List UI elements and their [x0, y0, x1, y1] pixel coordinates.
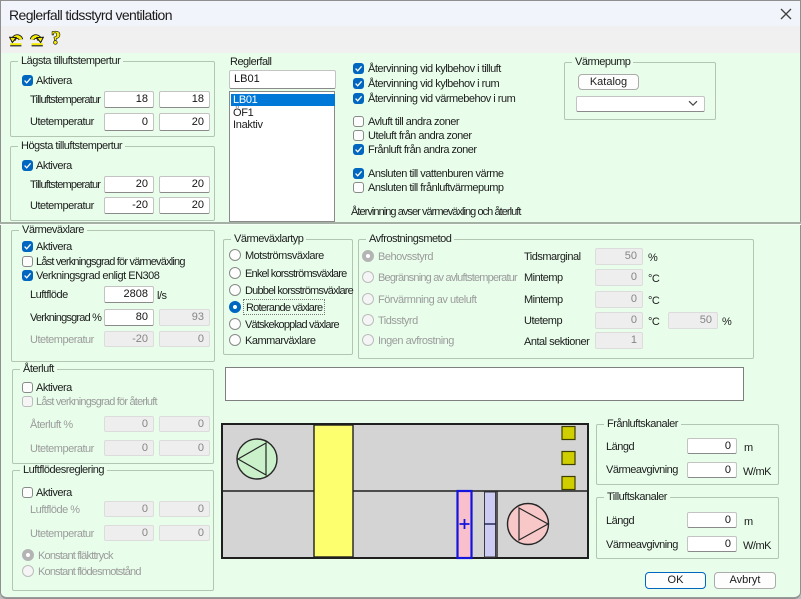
- svg-text:?: ?: [51, 30, 61, 48]
